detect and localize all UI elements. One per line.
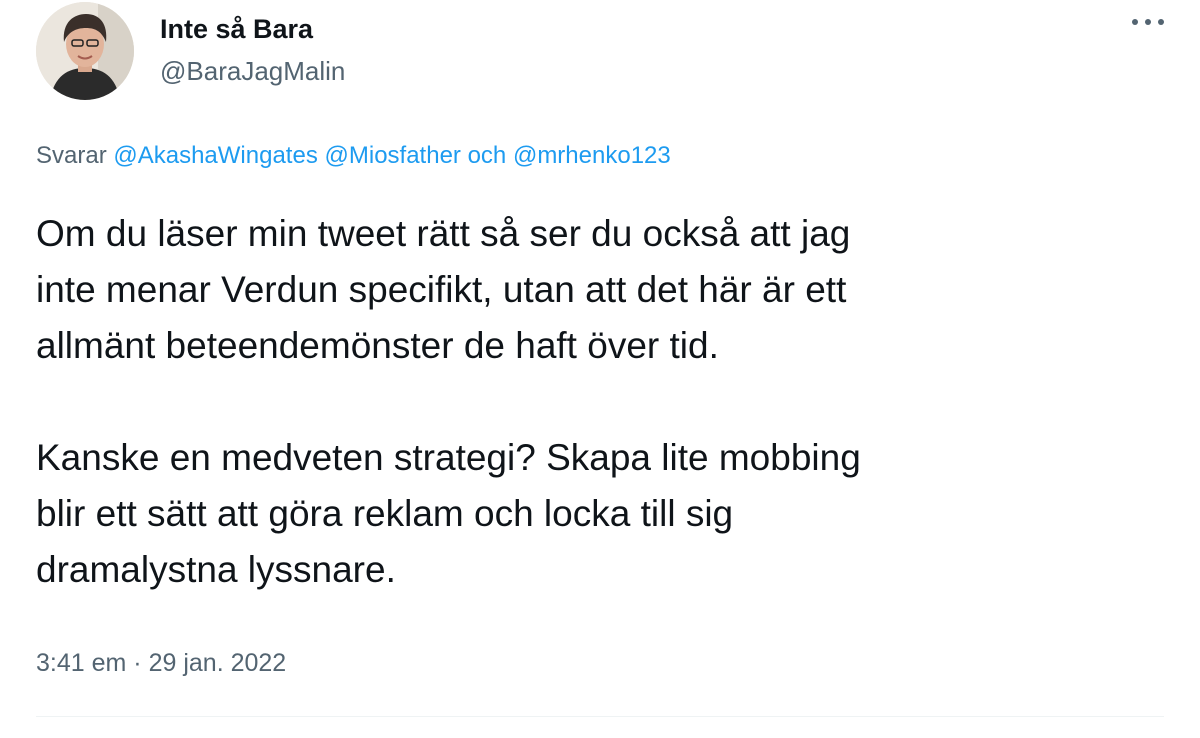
mention-mrhenko123[interactable]: @mrhenko123	[513, 142, 671, 169]
more-horizontal-icon-dot	[1145, 19, 1151, 25]
tweet-paragraph: Kanske en medveten strategi? Skapa lite …	[36, 437, 861, 590]
more-options-button[interactable]	[1132, 12, 1164, 32]
mention-conjunction: och	[467, 142, 507, 169]
author-display-name[interactable]: Inte så Bara	[160, 12, 313, 46]
timestamp-separator: ·	[133, 649, 142, 677]
replying-to: Svarar @AkashaWingates @Miosfather och @…	[36, 140, 671, 172]
tweet-time[interactable]: 3:41 em	[36, 649, 126, 677]
mention-miosfather[interactable]: @Miosfather	[325, 142, 461, 169]
mention-akashawingates[interactable]: @AkashaWingates	[113, 142, 317, 169]
tweet-timestamp: 3:41 em · 29 jan. 2022	[36, 646, 286, 680]
avatar[interactable]	[36, 2, 134, 100]
more-horizontal-icon-dot	[1158, 19, 1164, 25]
divider	[36, 716, 1164, 717]
tweet-date[interactable]: 29 jan. 2022	[149, 649, 287, 677]
tweet-text: Om du läser min tweet rätt så ser du ock…	[36, 206, 1166, 598]
author-handle[interactable]: @BaraJagMalin	[160, 54, 345, 88]
tweet-paragraph: Om du läser min tweet rätt så ser du ock…	[36, 213, 851, 366]
more-horizontal-icon	[1132, 19, 1138, 25]
avatar-image	[36, 2, 134, 100]
tweet-card: Inte så Bara @BaraJagMalin Svarar @Akash…	[0, 0, 1200, 738]
replying-to-label: Svarar	[36, 142, 107, 169]
